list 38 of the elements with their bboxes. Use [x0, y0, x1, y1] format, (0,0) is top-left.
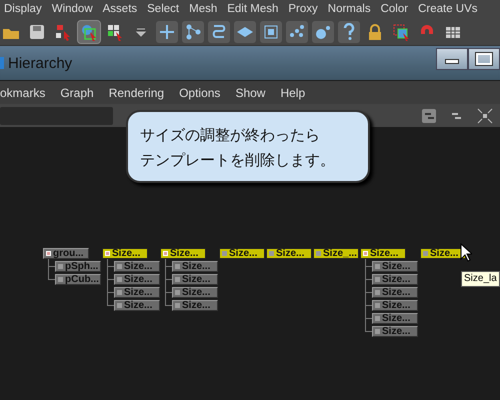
- maximize-button[interactable]: [468, 48, 500, 70]
- menu-item[interactable]: okmarks: [0, 86, 46, 100]
- menu-item[interactable]: Options: [179, 86, 220, 100]
- menu-item[interactable]: Normals: [328, 3, 371, 15]
- vertex-cross-icon[interactable]: [158, 22, 176, 40]
- search-field[interactable]: [0, 106, 113, 124]
- menu-item[interactable]: Graph: [60, 86, 94, 100]
- frame-all-icon[interactable]: [476, 106, 494, 124]
- menu-item[interactable]: Proxy: [288, 3, 318, 15]
- menu-item[interactable]: Mesh: [189, 3, 218, 15]
- minimize-button[interactable]: [436, 48, 468, 70]
- mouse-cursor-icon: [460, 243, 472, 262]
- menu-item[interactable]: Window: [52, 3, 93, 15]
- edge-icon[interactable]: [184, 22, 202, 40]
- menu-item[interactable]: Help: [280, 86, 306, 100]
- graph-node[interactable]: Size...: [160, 248, 206, 259]
- menu-item[interactable]: Select: [147, 3, 180, 15]
- menu-item[interactable]: Rendering: [108, 86, 164, 100]
- marquee-select-icon[interactable]: [392, 22, 410, 40]
- graph-node[interactable]: Size...: [102, 248, 148, 259]
- save-icon[interactable]: [28, 22, 46, 40]
- tooltip: Size_la: [461, 271, 500, 287]
- hierarchy-layout-icon[interactable]: [420, 106, 438, 124]
- curve-icon[interactable]: [210, 22, 228, 40]
- menu-item[interactable]: Edit Mesh: [227, 3, 278, 15]
- window-title: Hierarchy: [8, 54, 72, 72]
- menu-item[interactable]: Create UVs: [418, 3, 478, 15]
- graph-node[interactable]: Size...: [219, 248, 265, 259]
- menu-item[interactable]: Show: [235, 86, 266, 100]
- callout-text: サイズの調整が終わったら テンプレートを削除します。: [126, 110, 370, 183]
- graph-node[interactable]: Size...: [360, 248, 406, 259]
- object-select-icon[interactable]: [80, 22, 98, 40]
- graph-node[interactable]: Size...: [266, 248, 312, 259]
- lock-icon[interactable]: [366, 22, 384, 40]
- menu-item[interactable]: Display: [4, 3, 42, 15]
- menu-item[interactable]: Color: [380, 3, 408, 15]
- graph-node[interactable]: Size_...: [313, 248, 359, 259]
- menu-item[interactable]: Assets: [102, 3, 138, 15]
